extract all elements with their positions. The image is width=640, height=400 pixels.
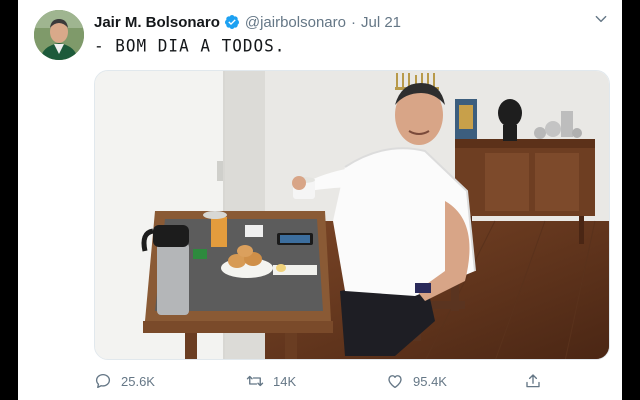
tweet-actions: 25.6K 14K 95.4K [94, 370, 540, 392]
share-icon [526, 374, 540, 388]
retweet-count: 14K [273, 373, 297, 389]
verified-icon [224, 15, 239, 29]
reply-count: 25.6K [121, 373, 155, 389]
author-name[interactable]: Jair M. Bolsonaro [94, 14, 220, 31]
separator-dot: · [350, 13, 356, 31]
avatar[interactable] [34, 10, 84, 60]
chevron-down-icon[interactable] [594, 12, 608, 26]
retweet-button[interactable]: 14K [246, 370, 296, 392]
reply-button[interactable]: 25.6K [94, 370, 155, 392]
photo-scene [95, 71, 609, 359]
tweet-photo[interactable] [94, 70, 610, 360]
reply-icon [95, 373, 111, 389]
tweet-header: Jair M. Bolsonaro @jairbolsonaro · Jul 2… [94, 12, 401, 32]
like-count: 95.4K [413, 373, 447, 389]
share-button[interactable] [524, 370, 551, 392]
like-button[interactable]: 95.4K [386, 370, 447, 392]
tweet-text: - BOM DIA A TODOS. [94, 35, 286, 56]
author-handle[interactable]: @jairbolsonaro [245, 14, 346, 31]
tweet-date[interactable]: Jul 21 [361, 14, 401, 31]
tweet-card[interactable]: Jair M. Bolsonaro @jairbolsonaro · Jul 2… [18, 0, 622, 400]
like-icon [388, 375, 402, 389]
retweet-icon [246, 375, 264, 387]
